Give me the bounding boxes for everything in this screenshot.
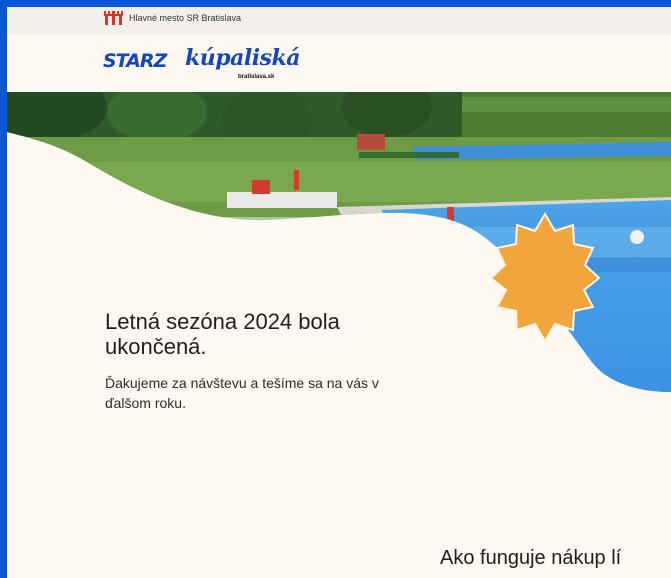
- city-topbar: Hlavné mesto SR Bratislava: [7, 7, 671, 34]
- how-to-buy-heading: Ako funguje nákup lí: [440, 547, 622, 569]
- page-frame: Hlavné mesto SR Bratislava STARZ kúpalis…: [7, 7, 671, 578]
- bratislava-coat-of-arms-icon[interactable]: [104, 11, 123, 25]
- site-header: STARZ kúpaliská bratislava.sk: [7, 34, 671, 92]
- city-link[interactable]: Hlavné mesto SR Bratislava: [129, 13, 241, 23]
- starz-logo[interactable]: STARZ: [103, 50, 167, 72]
- season-ended-headline: Letná sezóna 2024 bola ukončená.: [105, 309, 340, 359]
- kupaliska-logo[interactable]: kúpaliská: [185, 45, 300, 71]
- kupaliska-logo-subtitle: bratislava.sk: [238, 74, 275, 80]
- thank-you-text: Ďakujeme za návštevu a tešíme sa na vás …: [105, 375, 379, 411]
